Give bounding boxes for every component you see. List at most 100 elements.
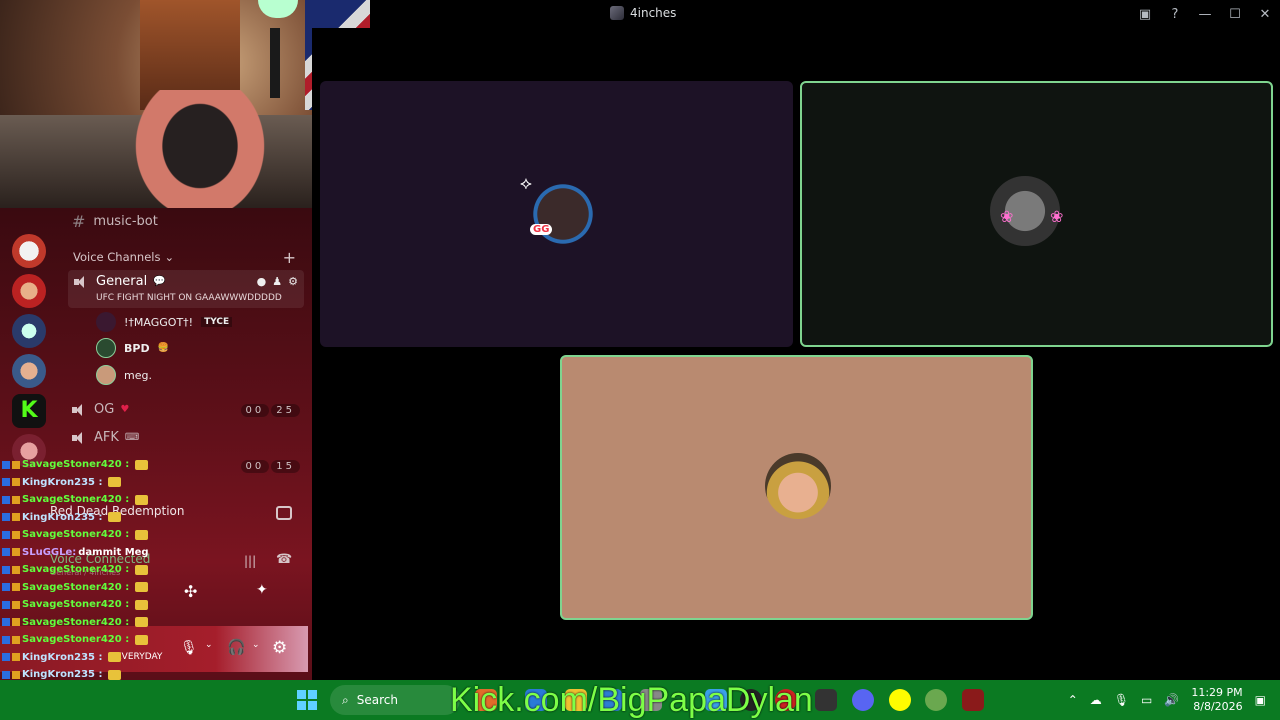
chat-bubble-icon: 💬 (153, 276, 166, 287)
voice-channel-name: AFK (94, 430, 119, 445)
voice-member[interactable]: !†MAGGOT†! TYCE (96, 312, 233, 332)
server-icon[interactable] (12, 314, 46, 348)
microphone-icon[interactable]: 🎙 (180, 640, 198, 656)
voice-channel-name: OG (94, 402, 115, 417)
window-controls: ▣ ? — ☐ ✕ (1130, 0, 1280, 28)
activity-name: Red Dead Redemption (50, 504, 185, 518)
activities-icon[interactable]: ✣ (184, 582, 197, 601)
screen-share-icon[interactable] (276, 506, 292, 520)
close-icon[interactable]: ✕ (1250, 0, 1280, 28)
search-label: Search (356, 693, 398, 707)
voice-channel-og[interactable]: OG ♥ (72, 402, 129, 417)
lamp (258, 0, 298, 18)
user-settings-icon[interactable]: ⚙ (272, 638, 287, 658)
voice-channel-general[interactable]: General 💬 ● ♟ ⚙ UFC FIGHT NIGHT ON GAAAW… (68, 270, 304, 308)
voice-member[interactable]: meg. (96, 365, 152, 385)
server-icon[interactable] (12, 434, 46, 468)
add-channel-icon[interactable]: + (283, 248, 296, 267)
channel-avatar (610, 6, 624, 20)
user-limit-count: 25 (271, 404, 300, 417)
soundboard-icon[interactable]: ✦ (256, 582, 268, 598)
notification-icon[interactable]: ▣ (1255, 693, 1266, 707)
clock-time: 11:29 PM (1191, 686, 1243, 699)
search-box[interactable]: ⌕ Search (330, 685, 460, 715)
chevron-down-icon[interactable]: ⌄ (205, 640, 213, 650)
microphone-icon[interactable]: 🎙 (1114, 693, 1129, 707)
onedrive-icon[interactable]: ☁ (1090, 693, 1102, 707)
participant-avatar (523, 174, 603, 254)
chevron-up-icon[interactable]: ⌃ (1068, 693, 1078, 707)
server-icon[interactable] (12, 274, 46, 308)
user-limit: 00 15 (240, 460, 300, 473)
streamer (125, 90, 275, 208)
chat-icon[interactable]: ● (257, 275, 267, 288)
title-bar: 4inches ▣ ? — ☐ ✕ (370, 0, 1280, 28)
hash-icon: # (72, 212, 86, 231)
avatar (96, 312, 116, 332)
server-icon[interactable] (12, 234, 46, 268)
taskbar-app-icon[interactable] (815, 689, 837, 711)
network-icon[interactable]: ▭ (1141, 693, 1152, 707)
voice-connected-label: Voice Connected (50, 552, 151, 566)
channel-music-bot[interactable]: # music-bot (72, 212, 158, 231)
user-limit-count: 15 (271, 460, 300, 473)
discord-sidebar: K # music-bot Voice Channels ⌄ + General… (0, 208, 312, 680)
noise-suppression-icon[interactable]: ||| (244, 554, 256, 568)
taskbar-app-icon[interactable] (962, 689, 984, 711)
server-icon[interactable] (12, 354, 46, 388)
voice-channels-header[interactable]: Voice Channels ⌄ (73, 250, 174, 264)
headphones-icon[interactable]: 🎧 (227, 638, 246, 656)
voice-channels-label: Voice Channels (73, 250, 161, 264)
status-emoji: 🍔 (157, 343, 169, 353)
settings-icon[interactable]: ⚙ (288, 275, 298, 288)
crucifix (270, 28, 280, 98)
help-icon[interactable]: ? (1160, 0, 1190, 28)
avatar (96, 365, 116, 385)
system-tray: ⌃ ☁ 🎙 ▭ 🔊 11:29 PM 8/8/2026 ▣ (1068, 680, 1280, 720)
wings-decoration: ⟡ (520, 173, 532, 194)
user-status: EVERYDAY (116, 652, 163, 662)
taskbar-app-icon[interactable] (925, 689, 947, 711)
window-title-text: 4inches (630, 6, 677, 20)
participant-tile[interactable] (560, 355, 1033, 620)
user-count: 00 (240, 404, 270, 417)
chevron-down-icon[interactable]: ⌄ (252, 640, 260, 650)
clock[interactable]: 11:29 PM 8/8/2026 (1191, 686, 1242, 714)
avatar-badge: GG (530, 224, 553, 235)
participant-tile[interactable]: ⟡ GG (320, 81, 793, 347)
user-limit: 00 25 (240, 404, 300, 417)
discord-taskbar-icon[interactable] (852, 689, 874, 711)
kick-server-icon[interactable]: K (12, 394, 46, 428)
start-button[interactable] (297, 690, 317, 710)
avatar (96, 338, 116, 358)
voice-channel-name: General (96, 274, 148, 289)
speaker-icon (72, 431, 86, 444)
speaker-icon (72, 403, 86, 416)
avatar-decoration: ❀ (1000, 207, 1014, 226)
minimize-icon[interactable]: — (1190, 0, 1220, 28)
invite-icon[interactable]: ♟ (272, 275, 282, 288)
disconnect-icon[interactable]: ☎ (276, 552, 292, 567)
voice-stage: ⟡ GG ❀ ❀ (312, 28, 1280, 680)
voice-panel: Red Dead Redemption Voice Connected Gene… (0, 496, 308, 616)
speaker-icon (74, 275, 88, 288)
avatar-decoration: ❀ (1050, 207, 1064, 226)
member-name: BPD (124, 341, 150, 355)
channel-name: music-bot (93, 214, 158, 229)
member-tag: TYCE (201, 317, 233, 327)
voice-connected-channel: General / 4inches (50, 568, 121, 577)
user-count: 00 (240, 460, 270, 473)
voice-channel-status: UFC FIGHT NIGHT ON GAAAWWWDDDDD (96, 293, 282, 303)
participant-tile[interactable]: ❀ ❀ (800, 81, 1273, 347)
volume-icon[interactable]: 🔊 (1164, 693, 1179, 707)
inbox-icon[interactable]: ▣ (1130, 0, 1160, 28)
voice-channel-afk[interactable]: AFK ⌨ (72, 430, 139, 445)
member-name: meg. (124, 368, 152, 382)
stream-watermark: Kick.com/BigPapaDylan (450, 681, 813, 719)
user-panel: EVERYDAY 🎙 ⌄ 🎧 ⌄ ⚙ (0, 626, 308, 672)
heart-icon: ♥ (120, 404, 130, 415)
voice-member[interactable]: BPD 🍔 (96, 338, 169, 358)
snapchat-taskbar-icon[interactable] (889, 689, 911, 711)
maximize-icon[interactable]: ☐ (1220, 0, 1250, 28)
clock-date: 8/8/2026 (1193, 700, 1243, 713)
